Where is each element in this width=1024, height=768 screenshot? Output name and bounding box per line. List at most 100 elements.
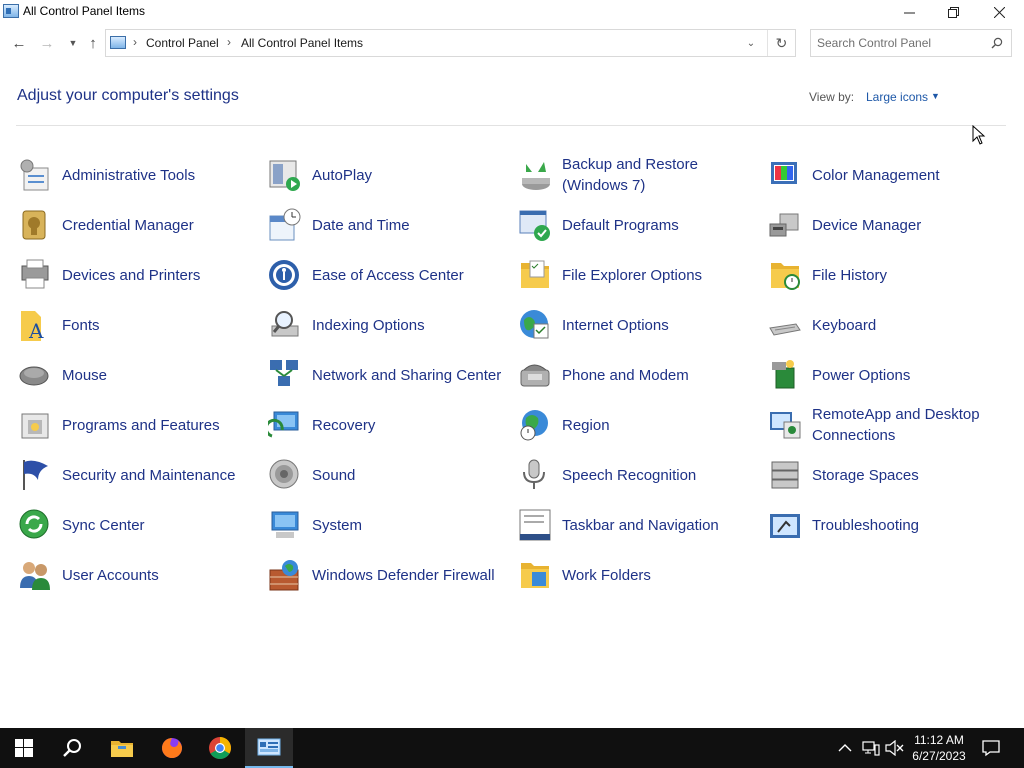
taskbar-search-button[interactable] bbox=[48, 728, 96, 768]
item-label[interactable]: Region bbox=[562, 400, 752, 450]
control-panel-item[interactable]: Default Programs bbox=[516, 200, 761, 250]
control-panel-item[interactable]: User Accounts bbox=[16, 550, 261, 600]
title-bar[interactable]: All Control Panel Items bbox=[0, 0, 1024, 24]
search-icon[interactable] bbox=[991, 37, 1003, 49]
item-label[interactable]: Taskbar and Navigation bbox=[562, 500, 752, 550]
item-label[interactable]: Power Options bbox=[812, 350, 1002, 400]
back-button[interactable]: ← bbox=[9, 33, 29, 53]
item-label[interactable]: User Accounts bbox=[62, 550, 252, 600]
search-box[interactable] bbox=[810, 29, 1012, 57]
control-panel-item[interactable]: RemoteApp and Desktop Connections bbox=[766, 400, 1011, 450]
view-by-dropdown[interactable]: Large icons bbox=[866, 90, 928, 104]
item-label[interactable]: Storage Spaces bbox=[812, 450, 1002, 500]
control-panel-item[interactable]: Devices and Printers bbox=[16, 250, 261, 300]
control-panel-item[interactable]: Ease of Access Center bbox=[266, 250, 511, 300]
item-label[interactable]: Security and Maintenance bbox=[62, 450, 252, 500]
address-dropdown-button[interactable]: ⌄ bbox=[740, 30, 762, 56]
caret-down-icon[interactable]: ▼ bbox=[931, 91, 940, 101]
item-label[interactable]: Sync Center bbox=[62, 500, 252, 550]
control-panel-item[interactable]: Color Management bbox=[766, 150, 1011, 200]
item-label[interactable]: Mouse bbox=[62, 350, 252, 400]
item-label[interactable]: Indexing Options bbox=[312, 300, 502, 350]
item-label[interactable]: System bbox=[312, 500, 502, 550]
item-label[interactable]: Speech Recognition bbox=[562, 450, 752, 500]
address-bar[interactable]: › Control Panel › All Control Panel Item… bbox=[105, 29, 796, 57]
item-label[interactable]: Default Programs bbox=[562, 200, 752, 250]
control-panel-item[interactable]: A Fonts bbox=[16, 300, 261, 350]
control-panel-item[interactable]: Credential Manager bbox=[16, 200, 261, 250]
control-panel-item[interactable]: AutoPlay bbox=[266, 150, 511, 200]
show-hidden-icons-button[interactable] bbox=[838, 728, 852, 768]
item-label[interactable]: Fonts bbox=[62, 300, 252, 350]
chevron-right-icon[interactable]: › bbox=[227, 35, 231, 49]
control-panel-item[interactable]: Backup and Restore (Windows 7) bbox=[516, 150, 761, 200]
control-panel-item[interactable]: Internet Options bbox=[516, 300, 761, 350]
recent-locations-button[interactable]: ▼ bbox=[63, 33, 83, 53]
control-panel-item[interactable]: Recovery bbox=[266, 400, 511, 450]
control-panel-item[interactable]: Phone and Modem bbox=[516, 350, 761, 400]
close-button[interactable] bbox=[976, 0, 1022, 24]
taskbar-file-explorer[interactable] bbox=[98, 728, 146, 768]
volume-tray-button[interactable] bbox=[885, 728, 905, 768]
control-panel-item[interactable]: Troubleshooting bbox=[766, 500, 1011, 550]
control-panel-item[interactable]: Programs and Features bbox=[16, 400, 261, 450]
control-panel-item[interactable]: System bbox=[266, 500, 511, 550]
restore-button[interactable] bbox=[930, 0, 976, 24]
control-panel-item[interactable]: Indexing Options bbox=[266, 300, 511, 350]
breadcrumb-all-items[interactable]: All Control Panel Items bbox=[241, 36, 363, 50]
control-panel-item[interactable]: Date and Time bbox=[266, 200, 511, 250]
item-label[interactable]: Device Manager bbox=[812, 200, 1002, 250]
item-label[interactable]: Windows Defender Firewall bbox=[312, 550, 502, 600]
breadcrumb-control-panel[interactable]: Control Panel bbox=[146, 36, 219, 50]
item-label[interactable]: Keyboard bbox=[812, 300, 1002, 350]
control-panel-item[interactable]: Keyboard bbox=[766, 300, 1011, 350]
item-label[interactable]: Ease of Access Center bbox=[312, 250, 502, 300]
network-tray-button[interactable] bbox=[862, 728, 880, 768]
taskbar-firefox[interactable] bbox=[148, 728, 196, 768]
control-panel-item[interactable]: Device Manager bbox=[766, 200, 1011, 250]
item-label[interactable]: File History bbox=[812, 250, 1002, 300]
control-panel-item[interactable]: File History bbox=[766, 250, 1011, 300]
chevron-right-icon[interactable]: › bbox=[133, 35, 137, 49]
control-panel-item[interactable]: Work Folders bbox=[516, 550, 761, 600]
control-panel-item[interactable]: Taskbar and Navigation bbox=[516, 500, 761, 550]
control-panel-item[interactable]: Speech Recognition bbox=[516, 450, 761, 500]
control-panel-item[interactable]: Sync Center bbox=[16, 500, 261, 550]
control-panel-item[interactable]: Administrative Tools bbox=[16, 150, 261, 200]
item-label[interactable]: Network and Sharing Center bbox=[312, 350, 502, 400]
item-label[interactable]: Devices and Printers bbox=[62, 250, 252, 300]
item-label[interactable]: Credential Manager bbox=[62, 200, 252, 250]
start-button[interactable] bbox=[0, 728, 48, 768]
control-panel-item[interactable]: Mouse bbox=[16, 350, 261, 400]
item-label[interactable]: Recovery bbox=[312, 400, 502, 450]
control-panel-item[interactable]: Windows Defender Firewall bbox=[266, 550, 511, 600]
item-label[interactable]: Phone and Modem bbox=[562, 350, 752, 400]
item-label[interactable]: Administrative Tools bbox=[62, 150, 252, 200]
item-label[interactable]: Backup and Restore (Windows 7) bbox=[562, 150, 752, 200]
item-label[interactable]: RemoteApp and Desktop Connections bbox=[812, 400, 1002, 450]
item-label[interactable]: File Explorer Options bbox=[562, 250, 752, 300]
control-panel-item[interactable]: Security and Maintenance bbox=[16, 450, 261, 500]
taskbar-clock[interactable]: 11:12 AM 6/27/2023 bbox=[908, 732, 970, 764]
item-label[interactable]: Date and Time bbox=[312, 200, 502, 250]
minimize-button[interactable] bbox=[886, 0, 932, 24]
control-panel-item[interactable]: Storage Spaces bbox=[766, 450, 1011, 500]
control-panel-item[interactable]: Network and Sharing Center bbox=[266, 350, 511, 400]
control-panel-item[interactable]: Power Options bbox=[766, 350, 1011, 400]
control-panel-item[interactable]: File Explorer Options bbox=[516, 250, 761, 300]
forward-button[interactable]: → bbox=[37, 33, 57, 53]
taskbar-chrome[interactable] bbox=[196, 728, 244, 768]
up-button[interactable]: ↑ bbox=[83, 33, 103, 53]
action-center-button[interactable] bbox=[982, 728, 1000, 768]
control-panel-item[interactable]: Region bbox=[516, 400, 761, 450]
control-panel-item[interactable]: Sound bbox=[266, 450, 511, 500]
item-label[interactable]: Internet Options bbox=[562, 300, 752, 350]
search-input[interactable] bbox=[817, 35, 977, 51]
item-label[interactable]: Troubleshooting bbox=[812, 500, 1002, 550]
item-label[interactable]: Color Management bbox=[812, 150, 1002, 200]
item-label[interactable]: Work Folders bbox=[562, 550, 752, 600]
item-label[interactable]: Sound bbox=[312, 450, 502, 500]
refresh-button[interactable]: ↻ bbox=[767, 30, 795, 56]
item-label[interactable]: AutoPlay bbox=[312, 150, 502, 200]
item-label[interactable]: Programs and Features bbox=[62, 400, 252, 450]
